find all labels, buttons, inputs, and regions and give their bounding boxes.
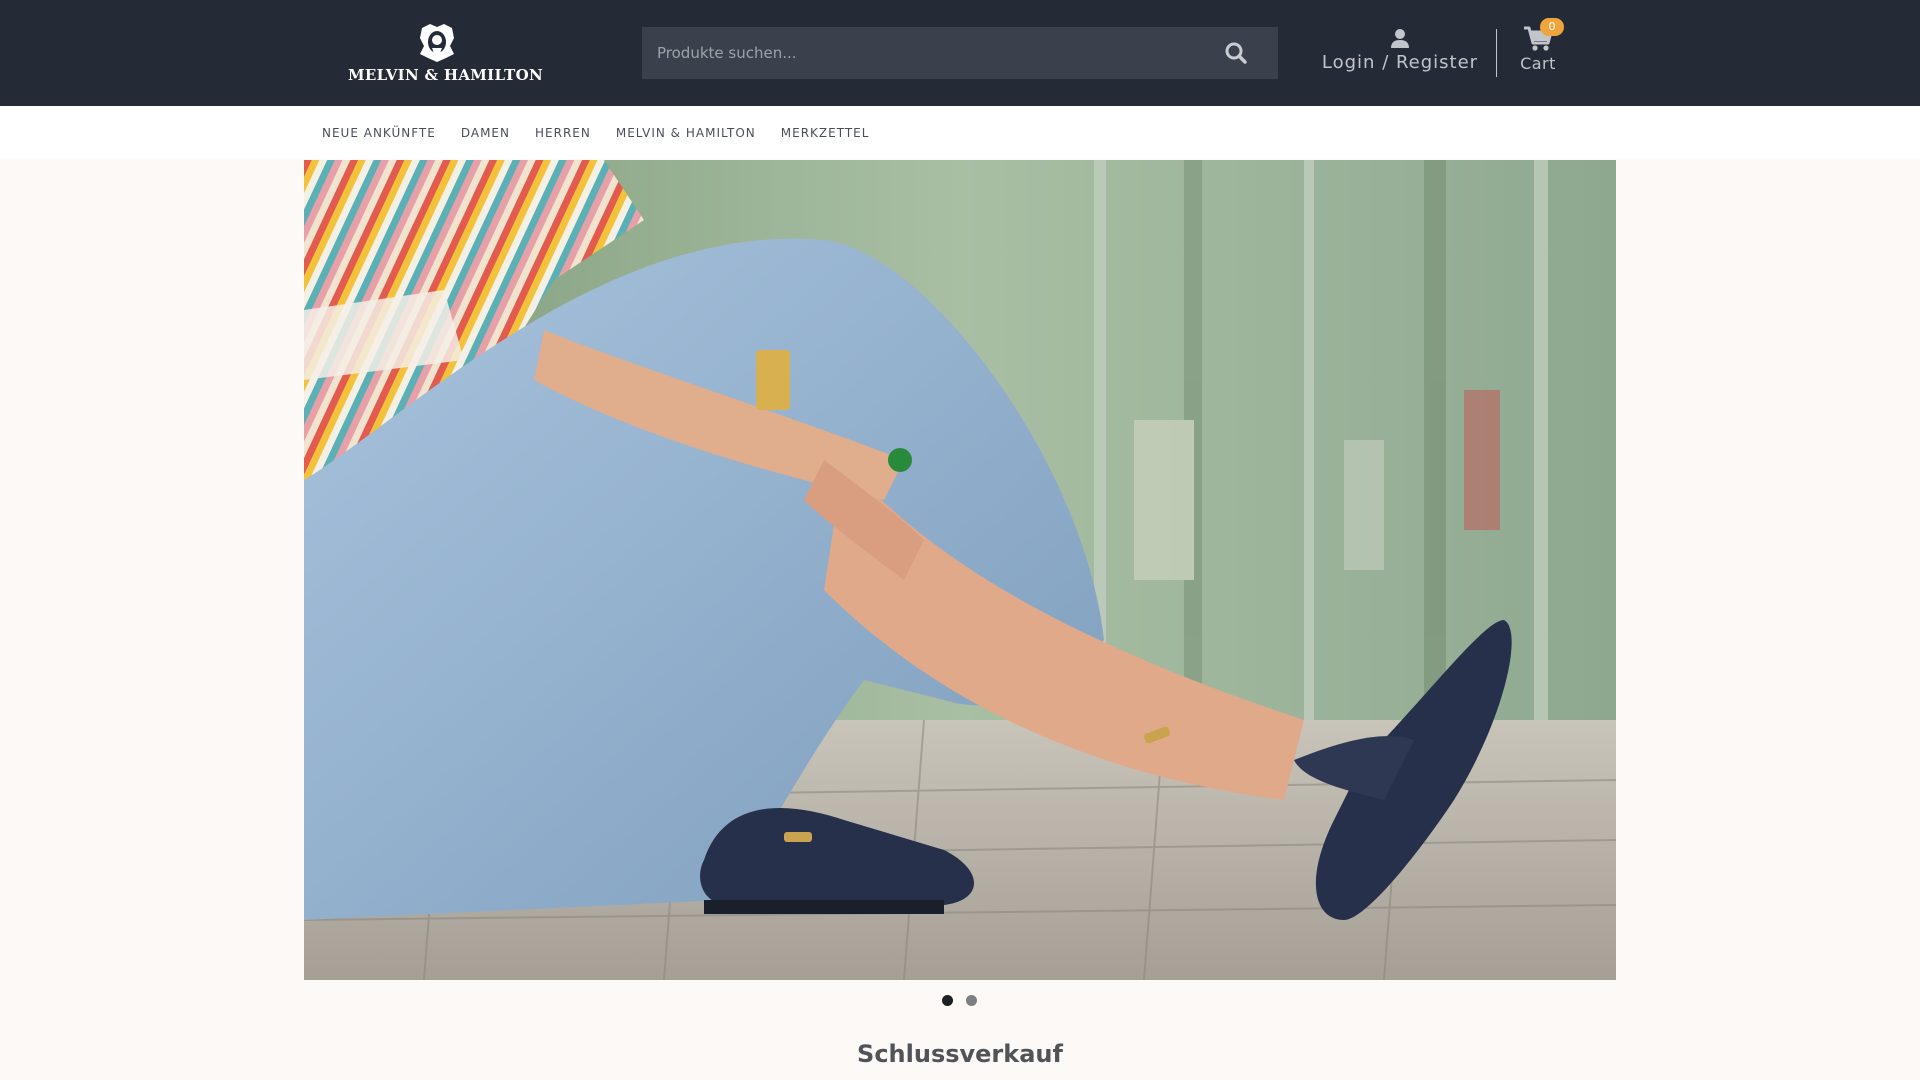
carousel-dot-2[interactable]	[966, 995, 977, 1006]
header-divider	[1496, 29, 1497, 77]
logo-wordmark: MELVIN & HAMILTON	[348, 66, 543, 84]
site-header: MELVIN & HAMILTON Login / Register Cart …	[0, 0, 1920, 106]
search-icon	[1225, 42, 1247, 64]
search-input[interactable]	[642, 27, 1222, 79]
crest-logo-icon	[420, 24, 454, 62]
hero-carousel-slide[interactable]	[304, 160, 1616, 980]
nav-item-herren[interactable]: HERREN	[535, 126, 591, 140]
user-icon	[1391, 29, 1409, 48]
cart-label: Cart	[1520, 54, 1556, 73]
nav-item-damen[interactable]: DAMEN	[461, 126, 510, 140]
site-logo[interactable]: MELVIN & HAMILTON	[348, 22, 543, 88]
section-title: Schlussverkauf	[857, 1040, 1063, 1068]
main-navigation: NEUE ANKÜNFTE DAMEN HERREN MELVIN & HAMI…	[0, 106, 1920, 159]
hero-image	[304, 160, 1616, 980]
cart-count-badge: 0	[1540, 18, 1564, 36]
login-register-link[interactable]: Login / Register	[1320, 28, 1480, 78]
nav-item-merkzettel[interactable]: MERKZETTEL	[781, 126, 870, 140]
search-button[interactable]	[1224, 41, 1248, 65]
carousel-indicators	[942, 995, 978, 1007]
carousel-dot-1[interactable]	[942, 995, 953, 1006]
login-register-label: Login / Register	[1321, 52, 1479, 73]
nav-item-melvin-hamilton[interactable]: MELVIN & HAMILTON	[616, 126, 756, 140]
search-bar	[642, 27, 1278, 79]
nav-item-neue-ankuenfte[interactable]: NEUE ANKÜNFTE	[322, 126, 436, 140]
